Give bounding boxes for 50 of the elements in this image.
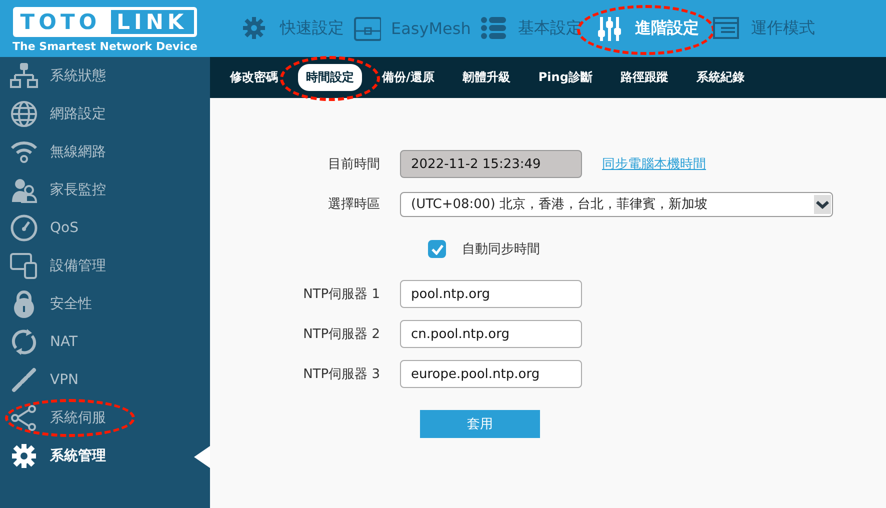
sidebar-item[interactable]: 網路設定 bbox=[0, 95, 210, 133]
tab[interactable]: Ping診斷 bbox=[530, 64, 600, 91]
timezone-dropdown[interactable]: (UTC+08:00) 北京，香港，台北，菲律賓，新加坡 bbox=[400, 192, 833, 216]
field-label: NTP伺服器 2 bbox=[302, 326, 381, 343]
sidebar-item[interactable]: 安全性 bbox=[0, 285, 210, 323]
refresh-icon bbox=[10, 328, 38, 356]
apply-button[interactable]: 套用 bbox=[420, 410, 540, 438]
users-icon bbox=[10, 176, 38, 204]
nav-tab[interactable]: 進階設定 bbox=[590, 8, 713, 48]
field-label: NTP伺服器 3 bbox=[302, 366, 381, 383]
sidebar-item[interactable]: 系統伺服 bbox=[0, 399, 210, 437]
sidebar-item[interactable]: 無線網路 bbox=[0, 133, 210, 171]
field-label: 選擇時區 bbox=[327, 196, 381, 213]
input-field[interactable]: cn.pool.ntp.org bbox=[400, 320, 582, 348]
sync-link[interactable]: 同步電腦本機時間 bbox=[602, 155, 706, 173]
sidebar-item[interactable]: 系統管理 bbox=[0, 437, 210, 475]
gauge-icon bbox=[10, 214, 38, 242]
window-icon bbox=[712, 16, 741, 42]
checkbox-label: 自動同步時間 bbox=[462, 241, 540, 258]
sidebar-item[interactable]: 系統狀態 bbox=[0, 57, 210, 95]
tab[interactable]: 路徑跟蹤 bbox=[612, 64, 676, 91]
box-icon bbox=[353, 16, 381, 42]
logo-text: LINK bbox=[110, 10, 194, 34]
tab[interactable]: 時間設定 bbox=[298, 64, 362, 91]
check-icon bbox=[430, 244, 444, 254]
devices-icon bbox=[10, 252, 38, 280]
sidebar-item[interactable]: QoS bbox=[0, 209, 210, 247]
sidebar-item[interactable]: 設備管理 bbox=[0, 247, 210, 285]
logo-tagline: The Smartest Network Device bbox=[12, 40, 198, 52]
input-field[interactable]: europe.pool.ntp.org bbox=[400, 360, 582, 388]
share-icon bbox=[10, 404, 38, 432]
pointer-icon bbox=[194, 446, 210, 468]
tab[interactable]: 系統紀錄 bbox=[688, 64, 752, 91]
globe-icon bbox=[10, 100, 38, 128]
tab[interactable]: 備份/還原 bbox=[374, 64, 442, 91]
input-field[interactable]: pool.ntp.org bbox=[400, 280, 582, 308]
field-label: NTP伺服器 1 bbox=[302, 286, 381, 303]
sidebar-item[interactable]: 家長監控 bbox=[0, 171, 210, 209]
gear-icon bbox=[10, 442, 38, 470]
checkbox[interactable] bbox=[428, 240, 446, 258]
tab[interactable]: 韌體升級 bbox=[454, 64, 518, 91]
sidebar-item[interactable]: VPN bbox=[0, 361, 210, 399]
tab[interactable]: 修改密碼 bbox=[222, 64, 286, 91]
time-field[interactable]: 2022-11-2 15:23:49 bbox=[400, 150, 582, 178]
logo-text: TOTO bbox=[19, 10, 102, 34]
list-icon bbox=[480, 16, 508, 42]
sidebar-item[interactable]: NAT bbox=[0, 323, 210, 361]
chevron-down-icon bbox=[814, 194, 831, 214]
network-icon bbox=[10, 62, 38, 90]
field-label: 目前時間 bbox=[327, 156, 381, 173]
